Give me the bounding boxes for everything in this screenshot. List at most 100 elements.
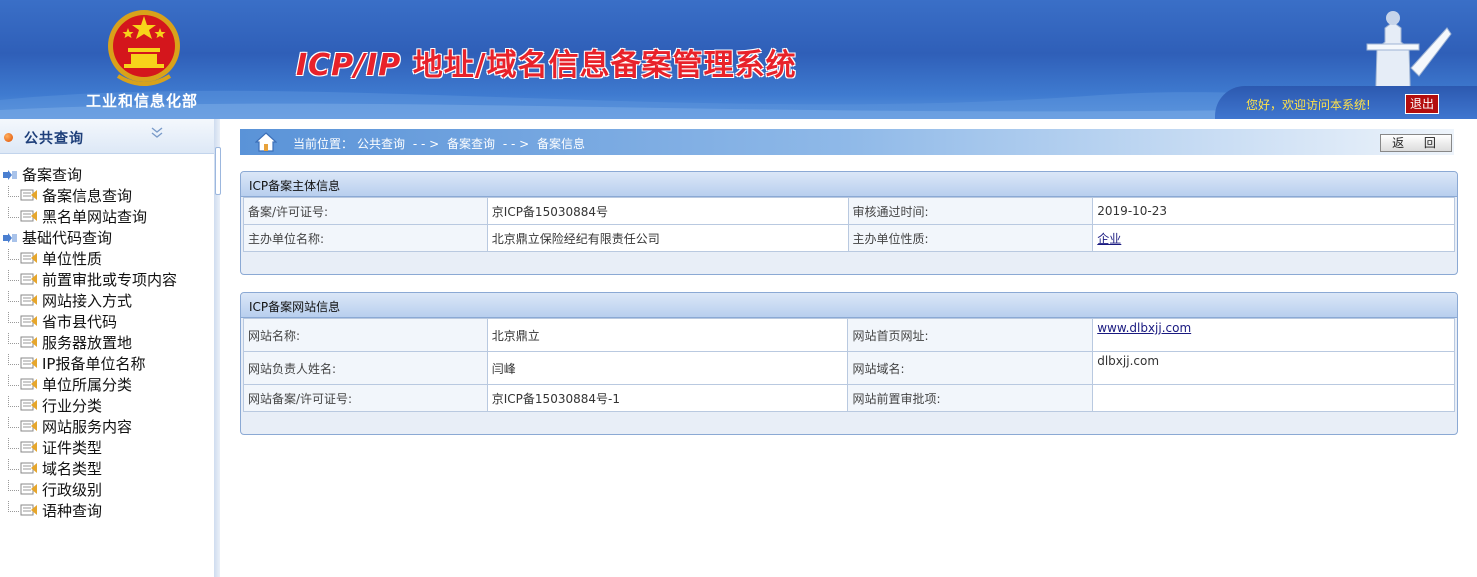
panel-header: ICP备案主体信息 bbox=[241, 172, 1457, 197]
sidebar-item-label: 备案信息查询 bbox=[42, 187, 133, 205]
splitter-handle[interactable] bbox=[215, 147, 221, 195]
sidebar-item-label: 单位所属分类 bbox=[42, 376, 133, 394]
sidebar-item[interactable]: 黑名单网站查询 bbox=[8, 206, 147, 226]
tree-line bbox=[8, 501, 19, 512]
national-emblem-icon bbox=[108, 10, 180, 86]
system-title-cn: 地址/域名信息备案管理系统 bbox=[401, 48, 797, 83]
sidebar-item[interactable]: 网站服务内容 bbox=[8, 416, 132, 436]
sidebar-splitter[interactable] bbox=[214, 119, 221, 577]
sidebar-item-label: 证件类型 bbox=[42, 439, 103, 457]
sidebar-item[interactable]: IP报备单位名称 bbox=[8, 353, 145, 373]
folder-arrow-icon bbox=[3, 233, 17, 243]
document-icon bbox=[20, 336, 37, 348]
breadcrumb-separator: - - > bbox=[412, 137, 440, 151]
sidebar-item-label: 单位性质 bbox=[42, 250, 103, 268]
tree-line bbox=[8, 207, 19, 218]
value-homepage-url: www.dlbxjj.com bbox=[1092, 318, 1455, 352]
breadcrumb-item[interactable]: 公共查询 bbox=[357, 137, 405, 151]
document-icon bbox=[20, 504, 37, 516]
sidebar-item-label: 服务器放置地 bbox=[42, 334, 133, 352]
homepage-url-link[interactable]: www.dlbxjj.com bbox=[1097, 321, 1191, 335]
tree-line bbox=[8, 480, 19, 491]
value-organizer-type: 企业 bbox=[1092, 224, 1455, 252]
breadcrumb-item[interactable]: 备案查询 bbox=[447, 137, 495, 151]
breadcrumb-current: 备案信息 bbox=[537, 137, 586, 151]
sidebar-item-label: 省市县代码 bbox=[42, 313, 118, 331]
sidebar-item[interactable]: 省市县代码 bbox=[8, 311, 117, 331]
value-site-owner: 闫峰 bbox=[486, 351, 849, 385]
document-icon bbox=[20, 189, 37, 201]
table-row: 主办单位名称: 北京鼎立保险经纪有限责任公司 主办单位性质: 企业 bbox=[243, 224, 1455, 252]
sidebar-item-label: 行政级别 bbox=[42, 481, 103, 499]
sidebar-item-label: 域名类型 bbox=[42, 460, 103, 478]
home-icon[interactable] bbox=[255, 132, 277, 152]
panel-footer bbox=[243, 252, 1455, 272]
ministry-name: 工业和信息化部 bbox=[86, 92, 199, 110]
label-organizer-name: 主办单位名称: bbox=[243, 224, 488, 252]
label-site-license-no: 网站备案/许可证号: bbox=[243, 384, 488, 412]
panel-title: ICP备案主体信息 bbox=[249, 179, 341, 193]
table-row: 网站名称: 北京鼎立 网站首页网址: www.dlbxjj.com bbox=[243, 318, 1455, 352]
subject-info-panel: ICP备案主体信息 备案/许可证号: 京ICP备15030884号 审核通过时间… bbox=[240, 171, 1458, 275]
organizer-type-link[interactable]: 企业 bbox=[1097, 232, 1121, 246]
sidebar-item[interactable]: 网站接入方式 bbox=[8, 290, 132, 310]
system-title-latin: ICP/IP bbox=[296, 48, 402, 83]
tree-line bbox=[8, 354, 19, 365]
tree-line bbox=[8, 291, 19, 302]
sidebar-item[interactable]: 服务器放置地 bbox=[8, 332, 132, 352]
label-site-owner: 网站负责人姓名: bbox=[243, 351, 488, 385]
document-icon bbox=[20, 483, 37, 495]
sidebar-item[interactable]: 备案信息查询 bbox=[8, 185, 132, 205]
document-icon bbox=[20, 399, 37, 411]
sidebar-item[interactable]: 单位所属分类 bbox=[8, 374, 132, 394]
document-icon bbox=[20, 420, 37, 432]
document-icon bbox=[20, 378, 37, 390]
sidebar-item[interactable]: 行政级别 bbox=[8, 479, 102, 499]
sidebar-group-label: 基础代码查询 bbox=[22, 229, 113, 247]
tree-line bbox=[8, 375, 19, 386]
tree-line bbox=[8, 249, 19, 260]
greeting-bar: 您好，欢迎访问本系统! 退出 bbox=[1215, 86, 1477, 119]
tree-line bbox=[8, 333, 19, 344]
site-info-panel: ICP备案网站信息 网站名称: 北京鼎立 网站首页网址: www.dlbxjj.… bbox=[240, 292, 1458, 435]
sidebar-item-label: 网站服务内容 bbox=[42, 418, 133, 436]
label-approval-date: 审核通过时间: bbox=[847, 197, 1094, 225]
value-site-name: 北京鼎立 bbox=[486, 318, 849, 352]
sidebar-item[interactable]: 单位性质 bbox=[8, 248, 102, 268]
sidebar-item[interactable]: 域名类型 bbox=[8, 458, 102, 478]
label-pre-approval: 网站前置审批项: bbox=[847, 384, 1094, 412]
sidebar-group[interactable]: 备案查询 bbox=[2, 164, 82, 184]
logout-button[interactable]: 退出 bbox=[1405, 94, 1439, 114]
sidebar-item[interactable]: 证件类型 bbox=[8, 437, 102, 457]
sidebar-group[interactable]: 基础代码查询 bbox=[2, 227, 112, 247]
double-chevron-down-icon[interactable] bbox=[150, 127, 164, 142]
value-license-no: 京ICP备15030884号 bbox=[486, 197, 849, 225]
back-button[interactable]: 返 回 bbox=[1380, 134, 1452, 152]
tree-line bbox=[8, 459, 19, 470]
sidebar: 公共查询 备案查询备案信息查询 黑名单网站查询基础代码查询单位性质前置审批或专项内… bbox=[0, 119, 215, 577]
sidebar-item-label: 前置审批或专项内容 bbox=[42, 271, 178, 289]
label-homepage-url: 网站首页网址: bbox=[847, 318, 1094, 352]
sidebar-item[interactable]: 语种查询 bbox=[8, 500, 102, 520]
value-pre-approval bbox=[1092, 384, 1455, 412]
label-domain: 网站域名: bbox=[847, 351, 1094, 385]
sidebar-header[interactable]: 公共查询 bbox=[0, 119, 214, 154]
subject-info-table: 备案/许可证号: 京ICP备15030884号 审核通过时间: 2019-10-… bbox=[243, 197, 1455, 252]
document-icon bbox=[20, 357, 37, 369]
value-organizer-name: 北京鼎立保险经纪有限责任公司 bbox=[486, 224, 849, 252]
document-icon bbox=[20, 273, 37, 285]
panel-footer bbox=[243, 412, 1455, 432]
tree-line bbox=[8, 417, 19, 428]
table-row: 备案/许可证号: 京ICP备15030884号 审核通过时间: 2019-10-… bbox=[243, 197, 1455, 225]
sidebar-item[interactable]: 行业分类 bbox=[8, 395, 102, 415]
tree-line bbox=[8, 270, 19, 281]
sidebar-item-label: 黑名单网站查询 bbox=[42, 208, 148, 226]
folder-arrow-icon bbox=[3, 170, 17, 180]
sidebar-item[interactable]: 前置审批或专项内容 bbox=[8, 269, 177, 289]
document-icon bbox=[20, 462, 37, 474]
bullet-icon bbox=[4, 133, 13, 142]
header-banner: 工业和信息化部 ICP/IP 地址/域名信息备案管理系统 您好，欢迎访问本系统!… bbox=[0, 0, 1477, 119]
document-icon bbox=[20, 441, 37, 453]
panel-header: ICP备案网站信息 bbox=[241, 293, 1457, 318]
sidebar-item-label: 行业分类 bbox=[42, 397, 103, 415]
